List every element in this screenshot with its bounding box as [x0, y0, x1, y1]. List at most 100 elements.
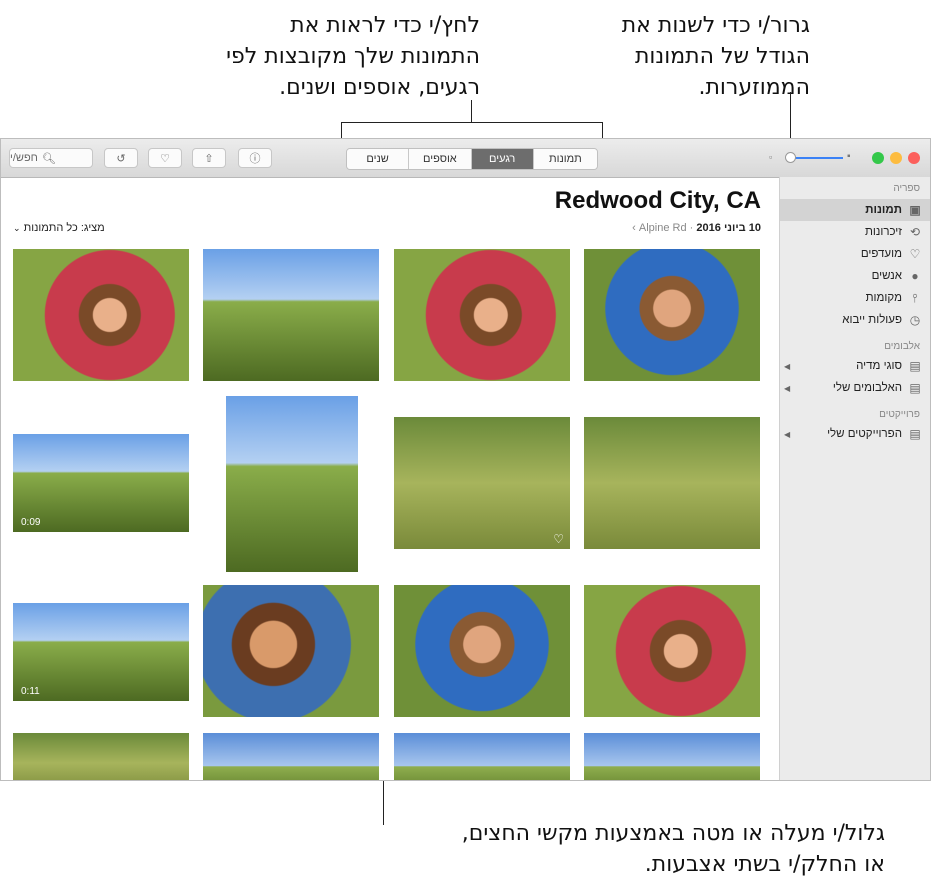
sidebar-item-label: פעולות ייבוא [842, 314, 902, 326]
rotate-icon: ↺ [116, 152, 126, 165]
close-button[interactable] [908, 152, 920, 164]
photo-thumbnail[interactable] [394, 733, 570, 780]
sidebar-section-albums: אלבומים [884, 341, 920, 352]
separator: · [689, 222, 694, 234]
callout-line: גרור/י כדי לשנות את [621, 13, 810, 38]
callout-scroll: גלול/י מעלה או מטה באמצעות מקשי החצים, א… [395, 818, 885, 880]
sidebar-item-label: מקומות [865, 292, 902, 304]
sidebar-section-library: ספריה [893, 183, 920, 194]
toolbar: 🔍︎ חפש/י ↺ ♡ ⇧ ⓘ שנים אוספים רגעים תמונו… [1, 139, 930, 178]
tab-moments[interactable]: רגעים [471, 149, 534, 169]
photo-thumbnail[interactable] [226, 396, 358, 572]
small-photo-icon: ▫ [769, 152, 773, 162]
chevron-left-icon: › [632, 222, 636, 234]
photo-thumbnail[interactable] [203, 585, 379, 717]
info-icon: ⓘ [249, 153, 261, 165]
callout-slider: גרור/י כדי לשנות את הגודל של התמונות הממ… [540, 10, 810, 103]
disclosure-triangle-icon[interactable]: ◀ [784, 384, 790, 393]
sidebar: ספריה ▣ תמונות ⟲ זיכרונות ♡ מועדפים ● אנ… [779, 177, 930, 780]
sidebar-item-photos[interactable]: ▣ תמונות [780, 199, 930, 221]
folder-icon: ▤ [909, 359, 921, 373]
sidebar-item-favorites[interactable]: ♡ מועדפים [780, 243, 930, 265]
sidebar-item-imports[interactable]: ◷ פעולות ייבוא [780, 309, 930, 331]
callout-line: הגודל של התמונות [634, 44, 810, 69]
sidebar-section-projects: פרוייקטים [879, 409, 920, 420]
video-thumbnail[interactable]: 0:09 [13, 434, 189, 532]
zoom-button[interactable] [872, 152, 884, 164]
sidebar-item-people[interactable]: ● אנשים [780, 265, 930, 287]
person-icon: ● [911, 269, 919, 283]
callout-line: הממוזערות. [698, 75, 810, 100]
callout-line: גלול/י מעלה או מטה באמצעות מקשי החצים, [461, 821, 885, 846]
photo-grid-area[interactable]: Redwood City, CA 10 ביוני 2016 · Alpine … [1, 177, 781, 780]
showing-filter-dropdown[interactable]: מציג: כל התמונות ⌄ [13, 222, 105, 234]
search-icon: 🔍︎ [41, 152, 56, 165]
sidebar-item-label: אנשים [871, 270, 902, 282]
photo-thumbnail[interactable] [13, 249, 189, 381]
clock-icon: ◷ [909, 313, 921, 327]
callout-leader [471, 100, 472, 122]
view-segmented-control: שנים אוספים רגעים תמונות [346, 148, 598, 170]
callout-line: לחץ/י כדי לראות את [290, 13, 480, 38]
video-duration: 0:11 [21, 686, 40, 697]
page-title: Redwood City, CA [554, 187, 761, 214]
photo-thumbnail[interactable] [203, 733, 379, 780]
photo-thumbnail[interactable] [584, 585, 760, 717]
slider-knob[interactable] [785, 152, 796, 163]
photos-icon: ▣ [909, 203, 921, 217]
photo-thumbnail[interactable] [584, 249, 760, 381]
photos-window: 🔍︎ חפש/י ↺ ♡ ⇧ ⓘ שנים אוספים רגעים תמונו… [0, 138, 931, 781]
photo-thumbnail[interactable] [584, 733, 760, 780]
photo-thumbnail[interactable]: ♡ [394, 417, 570, 549]
chevron-down-icon: ⌄ [13, 223, 21, 233]
share-button[interactable]: ⇧ [192, 148, 226, 168]
heart-icon: ♡ [160, 152, 170, 165]
search-field[interactable]: 🔍︎ חפש/י [9, 148, 93, 168]
favorite-button[interactable]: ♡ [148, 148, 182, 168]
video-duration: 0:09 [21, 517, 41, 528]
large-photo-icon: ▪ [847, 151, 851, 162]
sidebar-item-label: תמונות [865, 204, 902, 216]
callout-view-buttons: לחץ/י כדי לראות את התמונות שלך מקובצות ל… [160, 10, 480, 103]
sidebar-item-my-albums[interactable]: ▤ האלבומים שלי ◀ [780, 377, 930, 399]
sidebar-item-memories[interactable]: ⟲ זיכרונות [780, 221, 930, 243]
tab-photos[interactable]: תמונות [533, 149, 597, 169]
sidebar-item-label: האלבומים שלי [832, 382, 902, 394]
share-icon: ⇧ [204, 152, 214, 165]
disclosure-triangle-icon[interactable]: ◀ [784, 430, 790, 439]
callout-line: התמונות שלך מקובצות לפי [226, 44, 480, 69]
folder-icon: ▤ [909, 427, 921, 441]
heart-icon: ♡ [909, 247, 921, 261]
sublocation-link[interactable]: Alpine Rd [639, 222, 687, 234]
sidebar-item-label: הפרוייקטים שלי [827, 428, 902, 440]
sidebar-item-label: מועדפים [860, 248, 902, 260]
photo-thumbnail[interactable] [394, 585, 570, 717]
filter-label: מציג: כל התמונות [23, 222, 105, 234]
callout-line: רגעים, אוספים ושנים. [279, 75, 480, 100]
pin-icon: ⫯ [912, 290, 918, 305]
video-thumbnail[interactable]: 0:11 [13, 603, 189, 701]
callout-line: או החלק/י בשתי אצבעות. [644, 852, 885, 877]
rotate-button[interactable]: ↺ [104, 148, 138, 168]
moment-subtitle: 10 ביוני 2016 · Alpine Rd › [632, 222, 761, 234]
photo-thumbnail[interactable] [394, 249, 570, 381]
minimize-button[interactable] [890, 152, 902, 164]
photo-thumbnail[interactable] [203, 249, 379, 381]
sidebar-item-label: זיכרונות [864, 226, 902, 238]
photo-thumbnail[interactable] [13, 733, 189, 780]
moment-date: 10 ביוני 2016 [696, 222, 761, 234]
tab-years[interactable]: שנים [347, 149, 410, 169]
photo-thumbnail[interactable] [584, 417, 760, 549]
folder-icon: ▤ [909, 381, 921, 395]
callout-leader [341, 122, 603, 123]
sidebar-item-my-projects[interactable]: ▤ הפרוייקטים שלי ◀ [780, 423, 930, 445]
thumbnail-size-slider[interactable]: ▫ ▪ [769, 150, 859, 166]
disclosure-triangle-icon[interactable]: ◀ [784, 362, 790, 371]
sidebar-item-places[interactable]: ⫯ מקומות [780, 287, 930, 309]
info-button[interactable]: ⓘ [238, 148, 272, 168]
favorite-heart-icon: ♡ [553, 532, 564, 546]
sidebar-item-media-types[interactable]: ▤ סוגי מדיה ◀ [780, 355, 930, 377]
sidebar-item-label: סוגי מדיה [856, 360, 902, 372]
search-placeholder: חפש/י [10, 152, 38, 164]
tab-collections[interactable]: אוספים [409, 149, 472, 169]
